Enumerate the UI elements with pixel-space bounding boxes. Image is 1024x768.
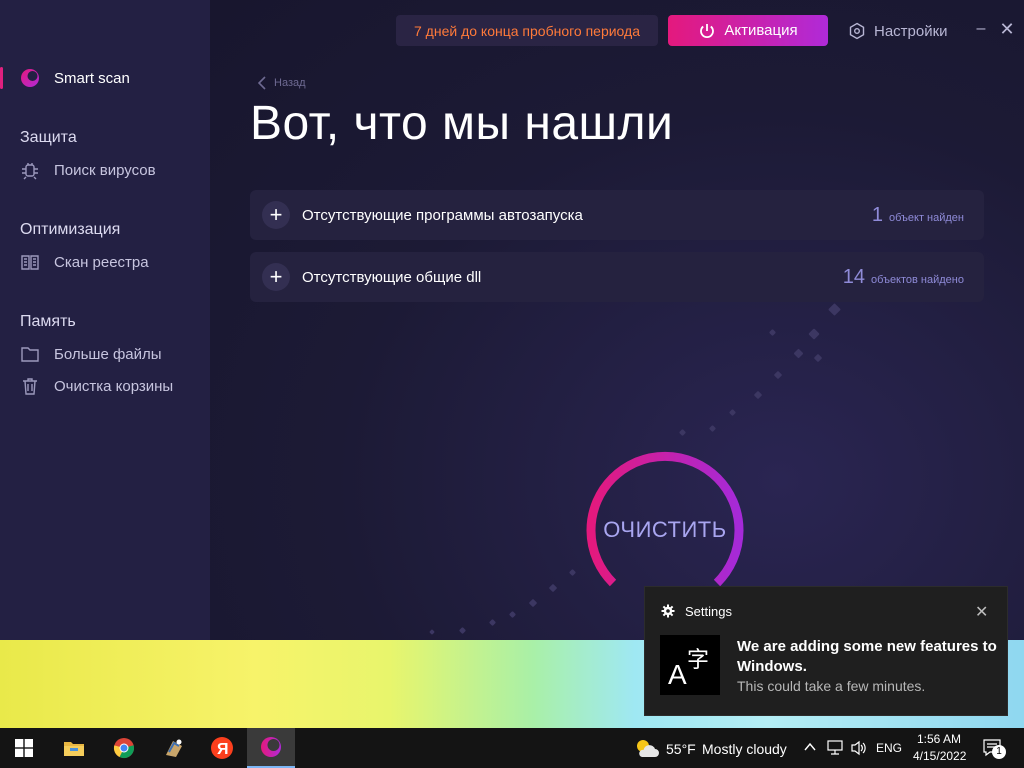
clock-time[interactable]: 1:56 AM (917, 732, 961, 746)
registry-book-icon (20, 252, 40, 272)
sidebar-group-memory: Память (20, 313, 76, 330)
sidebar-group-protection: Защита (20, 129, 77, 146)
weather-partly-cloudy-icon[interactable] (634, 737, 660, 759)
svg-text:A: A (668, 659, 687, 690)
decor-dot (793, 348, 804, 359)
chevron-up-icon[interactable] (804, 742, 816, 752)
app-window: Smart scan Защита Поиск вирусов Оптимиза… (0, 0, 1024, 640)
settings-label: Настройки (874, 22, 948, 40)
svg-text:Я: Я (217, 741, 229, 758)
settings-hex-icon (849, 22, 865, 40)
folder-icon (20, 344, 40, 364)
decor-dot (568, 568, 577, 577)
sidebar: Smart scan Защита Поиск вирусов Оптимиза… (0, 0, 210, 640)
result-title: Отсутствующие общие dll (302, 268, 482, 286)
clock-date[interactable]: 4/15/2022 (913, 749, 966, 763)
clean-button[interactable]: ОЧИСТИТЬ (585, 517, 745, 543)
power-icon (700, 23, 715, 38)
language-features-icon: A字 (660, 635, 720, 695)
language-indicator[interactable]: ENG (876, 741, 902, 755)
active-indicator (0, 67, 3, 89)
result-count: 14 объектов найдено (843, 266, 964, 289)
smart-scan-icon (20, 68, 40, 88)
chevron-left-icon (258, 76, 266, 90)
decor-dot (808, 328, 820, 340)
trash-icon (20, 376, 40, 396)
sidebar-item-label: Поиск вирусов (54, 161, 156, 179)
decor-dot (548, 583, 558, 593)
sidebar-item-label: Smart scan (54, 69, 130, 87)
decor-dot (753, 390, 763, 400)
expand-plus-icon[interactable]: + (262, 263, 290, 291)
svg-text:字: 字 (687, 648, 709, 673)
decor-dot (528, 598, 538, 608)
result-count-unit: объектов найдено (871, 273, 964, 286)
app-icon[interactable] (150, 728, 198, 768)
back-button[interactable]: Назад (258, 76, 306, 90)
network-icon[interactable] (826, 739, 844, 757)
decor-dot (773, 370, 783, 380)
decor-dot (458, 626, 467, 635)
yandex-icon[interactable]: Я (198, 728, 246, 768)
sidebar-item-label: Скан реестра (54, 253, 149, 271)
taskbar: Я 55°F Mostly cloudy ENG 1:56 AM 4/15/20… (0, 728, 1024, 768)
gear-icon (661, 604, 675, 618)
result-row[interactable]: + Отсутствующие общие dll 14 объектов на… (250, 252, 984, 302)
chrome-icon[interactable] (100, 728, 148, 768)
decor-dot (728, 408, 737, 417)
sidebar-group-optimization: Оптимизация (20, 221, 121, 238)
close-button[interactable]: ✕ (998, 19, 1016, 39)
file-explorer-icon[interactable] (50, 728, 98, 768)
volume-icon[interactable] (850, 739, 868, 757)
settings-button[interactable]: Настройки (848, 20, 948, 42)
activate-button[interactable]: Активация (668, 15, 828, 46)
toast-body: This could take a few minutes. (737, 678, 926, 694)
result-count: 1 объект найден (872, 204, 964, 227)
result-count-unit: объект найден (888, 211, 964, 224)
decor-dot (488, 618, 497, 627)
result-count-number: 14 (842, 265, 866, 288)
toast-notification[interactable]: Settings ✕ A字 We are adding some new fea… (644, 586, 1008, 716)
bug-icon (20, 160, 40, 180)
result-row[interactable]: + Отсутствующие программы автозапуска 1 … (250, 190, 984, 240)
decor-dot (813, 353, 823, 363)
result-title: Отсутствующие программы автозапуска (302, 206, 583, 224)
expand-plus-icon[interactable]: + (262, 201, 290, 229)
windows-start-icon[interactable] (0, 728, 48, 768)
decor-dot (828, 303, 841, 316)
page-title: Вот, что мы нашли (250, 97, 674, 150)
notification-count-badge: 1 (992, 745, 1006, 759)
cleaner-app-icon[interactable] (247, 728, 295, 768)
sidebar-item-label: Очистка корзины (54, 377, 174, 395)
decor-dot (708, 424, 717, 433)
decor-dot (429, 629, 435, 635)
minimize-button[interactable]: – (972, 20, 990, 40)
activate-label: Активация (724, 22, 798, 39)
decor-dot (678, 428, 687, 437)
decor-dot (508, 610, 517, 619)
weather-condition[interactable]: Mostly cloudy (702, 741, 787, 757)
toast-app-name: Settings (685, 604, 732, 619)
weather-temp[interactable]: 55°F (666, 741, 696, 757)
toast-close-button[interactable]: ✕ (975, 602, 988, 622)
trial-notice: 7 дней до конца пробного периода (396, 15, 658, 46)
result-count-number: 1 (871, 203, 883, 226)
decor-dot (768, 328, 777, 337)
back-label: Назад (274, 77, 306, 89)
toast-title: We are adding some new features to Windo… (737, 638, 997, 675)
sidebar-item-label: Больше файлы (54, 345, 162, 363)
